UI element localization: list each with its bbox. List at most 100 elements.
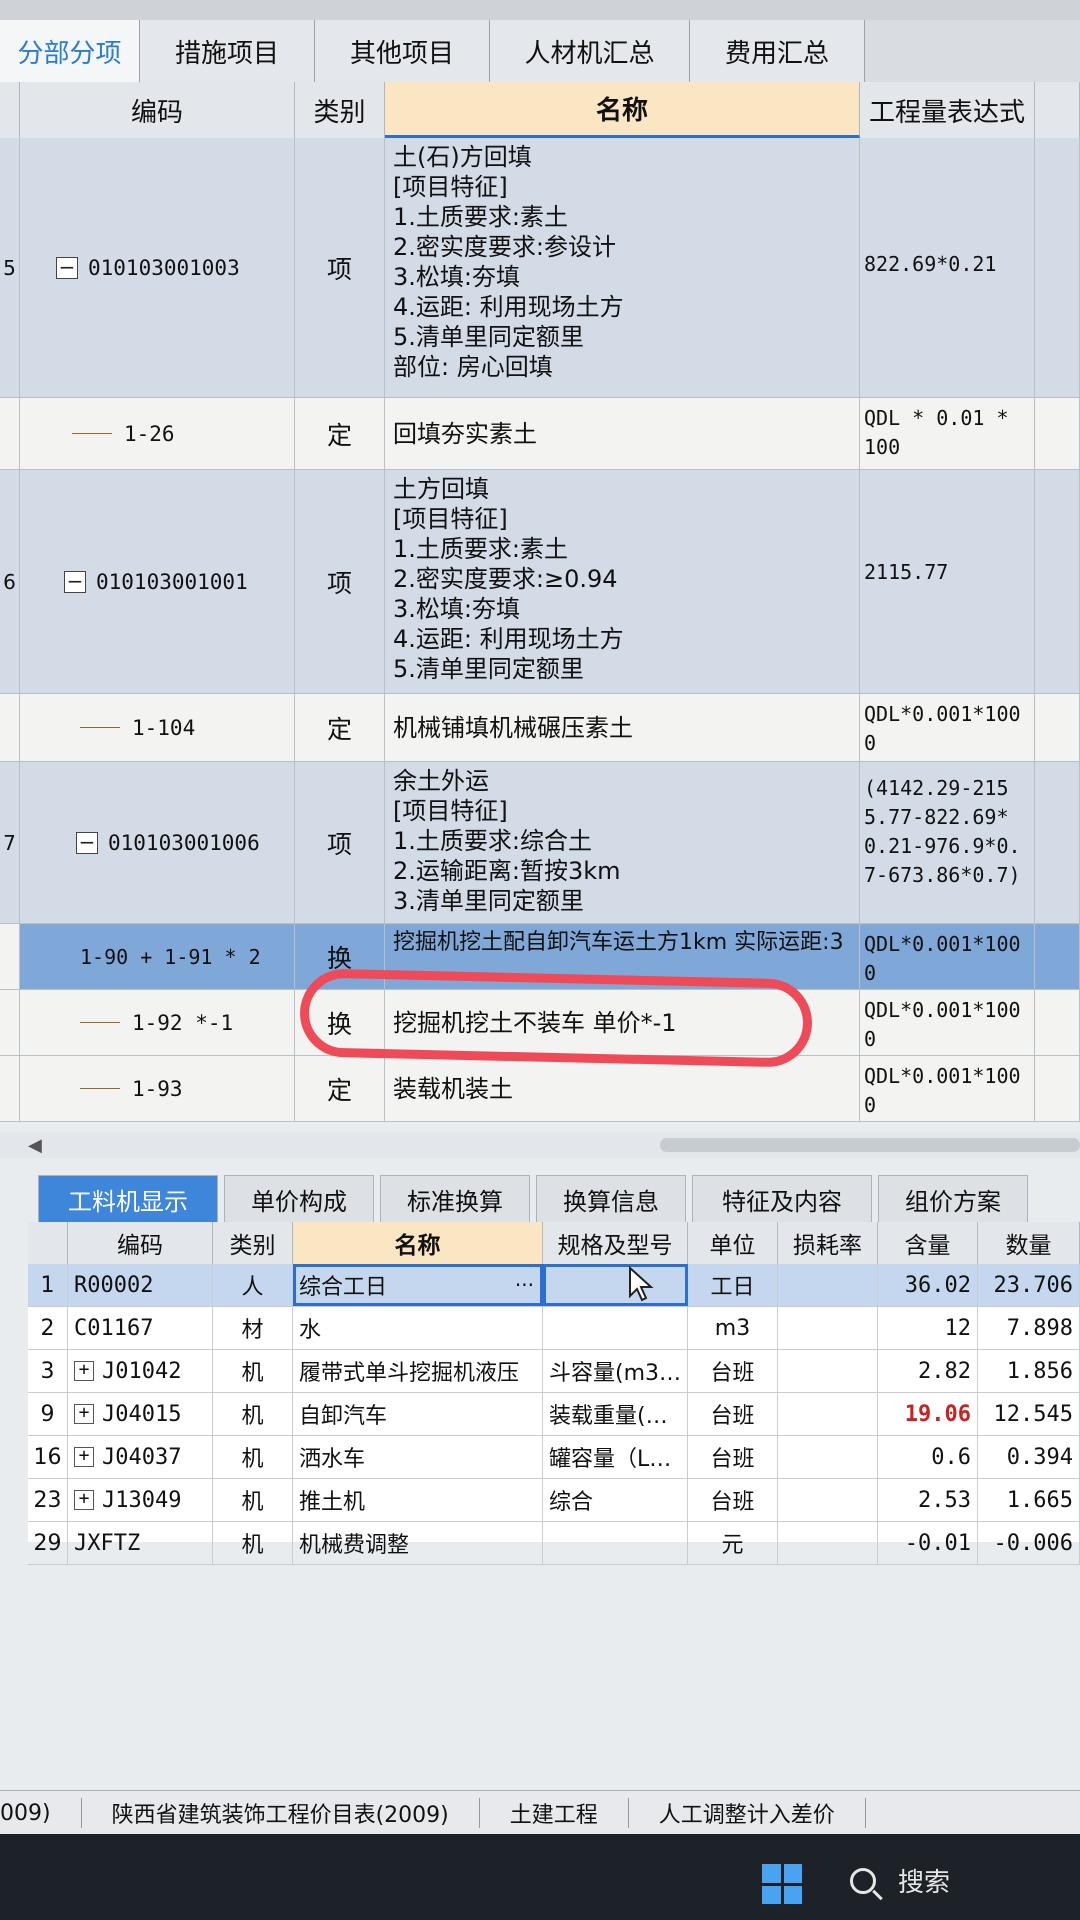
- res-type[interactable]: 机: [213, 1393, 293, 1435]
- windows-start-icon[interactable]: [762, 1864, 802, 1904]
- res-header-unit[interactable]: 单位: [688, 1222, 778, 1264]
- row-code[interactable]: −010103001001: [20, 470, 295, 693]
- res-qty[interactable]: 0.394: [978, 1436, 1080, 1478]
- row-code[interactable]: 1-93: [20, 1056, 295, 1121]
- res-content[interactable]: 19.06: [878, 1393, 978, 1435]
- row-code[interactable]: 1-90 + 1-91 * 2: [20, 924, 295, 989]
- row-name[interactable]: 装载机装土: [385, 1056, 860, 1121]
- expand-icon[interactable]: +: [74, 1404, 94, 1424]
- tab-cost-summary[interactable]: 费用汇总: [690, 20, 865, 82]
- collapse-icon[interactable]: −: [64, 570, 86, 593]
- res-spec[interactable]: 装载重量(…: [543, 1393, 688, 1435]
- table-row[interactable]: 5 −010103001003 项 土(石)方回填 [项目特征] 1.土质要求:…: [0, 138, 1080, 398]
- row-expr[interactable]: (4142.29-2155.77-822.69*0.21-976.9*0.7-6…: [860, 762, 1035, 923]
- status-price-table[interactable]: 陕西省建筑装饰工程价目表(2009): [82, 1798, 480, 1828]
- res-code[interactable]: + J13049: [68, 1479, 213, 1521]
- tab-section-items[interactable]: 分部分项: [0, 20, 140, 82]
- res-content[interactable]: -0.01: [878, 1522, 978, 1564]
- res-code[interactable]: + J04015: [68, 1393, 213, 1435]
- row-name[interactable]: 土方回填 [项目特征] 1.土质要求:素土 2.密实度要求:≥0.94 3.松填…: [385, 470, 860, 693]
- res-loss[interactable]: [778, 1350, 878, 1392]
- table-row[interactable]: 1-26 定 回填夯实素土 QDL * 0.01 * 100: [0, 398, 1080, 470]
- res-type[interactable]: 机: [213, 1350, 293, 1392]
- row-type[interactable]: 项: [295, 470, 385, 693]
- res-spec[interactable]: [543, 1522, 688, 1564]
- row-type[interactable]: 定: [295, 1056, 385, 1121]
- res-unit[interactable]: 台班: [688, 1436, 778, 1478]
- row-expr[interactable]: 822.69*0.21: [860, 138, 1035, 397]
- expand-icon[interactable]: +: [74, 1447, 94, 1467]
- res-header-code[interactable]: 编码: [68, 1222, 213, 1264]
- res-unit[interactable]: 工日: [688, 1264, 778, 1306]
- res-code[interactable]: R00002: [68, 1264, 213, 1306]
- horizontal-scrollbar[interactable]: ◀: [0, 1132, 1080, 1158]
- expand-icon[interactable]: +: [74, 1361, 94, 1381]
- res-loss[interactable]: [778, 1479, 878, 1521]
- res-qty[interactable]: -0.006: [978, 1522, 1080, 1564]
- scrollbar-thumb[interactable]: [660, 1138, 1080, 1152]
- table-row[interactable]: 7 −010103001006 项 余土外运 [项目特征] 1.土质要求:综合土…: [0, 762, 1080, 924]
- res-code[interactable]: + J04037: [68, 1436, 213, 1478]
- res-header-spec[interactable]: 规格及型号: [543, 1222, 688, 1264]
- res-qty[interactable]: 12.545: [978, 1393, 1080, 1435]
- row-expr[interactable]: QDL*0.001*1000: [860, 694, 1035, 761]
- row-name[interactable]: 余土外运 [项目特征] 1.土质要求:综合土 2.运输距离:暂按3km 3.清单…: [385, 762, 860, 923]
- res-unit[interactable]: 台班: [688, 1479, 778, 1521]
- table-row[interactable]: 1-93 定 装载机装土 QDL*0.001*1000: [0, 1056, 1080, 1122]
- res-unit[interactable]: 台班: [688, 1393, 778, 1435]
- res-qty[interactable]: 1.665: [978, 1479, 1080, 1521]
- res-name[interactable]: 履带式单斗挖掘机液压: [293, 1350, 543, 1392]
- row-name[interactable]: 机械铺填机械碾压素土: [385, 694, 860, 761]
- tab-standard-conversion[interactable]: 标准换算: [380, 1175, 530, 1223]
- resource-row[interactable]: 2 C01167 材水 m3 12 7.898: [28, 1307, 1080, 1350]
- resource-row[interactable]: 3 + J01042 机履带式单斗挖掘机液压 斗容量(m3… 台班 2.82 1.856: [28, 1350, 1080, 1393]
- res-type[interactable]: 机: [213, 1436, 293, 1478]
- table-row[interactable]: 1-104 定 机械铺填机械碾压素土 QDL*0.001*1000: [0, 694, 1080, 762]
- header-expr[interactable]: 工程量表达式: [860, 82, 1035, 138]
- row-code[interactable]: −010103001006: [20, 762, 295, 923]
- tab-pricing-scheme[interactable]: 组价方案: [878, 1175, 1028, 1223]
- row-code[interactable]: 1-26: [20, 398, 295, 469]
- status-labor-adjust[interactable]: 人工调整计入差价: [629, 1798, 866, 1828]
- tab-other-items[interactable]: 其他项目: [315, 20, 490, 82]
- res-content[interactable]: 12: [878, 1307, 978, 1349]
- res-type[interactable]: 人: [213, 1264, 293, 1306]
- row-expr[interactable]: QDL * 0.01 * 100: [860, 398, 1035, 469]
- header-name[interactable]: 名称: [385, 82, 860, 138]
- res-spec[interactable]: [543, 1264, 688, 1306]
- header-code[interactable]: 编码: [20, 82, 295, 138]
- res-name[interactable]: 机械费调整: [293, 1522, 543, 1564]
- row-code[interactable]: 1-92 *-1: [20, 990, 295, 1055]
- tab-features[interactable]: 特征及内容: [692, 1175, 872, 1223]
- res-header-type[interactable]: 类别: [213, 1222, 293, 1264]
- resource-row[interactable]: 16 + J04037 机洒水车 罐容量（L… 台班 0.6 0.394: [28, 1436, 1080, 1479]
- row-expr[interactable]: QDL*0.001*1000: [860, 924, 1035, 989]
- res-name[interactable]: 推土机: [293, 1479, 543, 1521]
- res-header-qty[interactable]: 数量: [978, 1222, 1080, 1264]
- res-spec[interactable]: 斗容量(m3…: [543, 1350, 688, 1392]
- res-unit[interactable]: 台班: [688, 1350, 778, 1392]
- res-spec[interactable]: [543, 1307, 688, 1349]
- res-content[interactable]: 0.6: [878, 1436, 978, 1478]
- resource-row-selected[interactable]: 1 R00002 人综合工日 ··· 工日 36.02 23.706: [28, 1264, 1080, 1307]
- row-name[interactable]: 回填夯实素土: [385, 398, 860, 469]
- res-code[interactable]: + J01042: [68, 1350, 213, 1392]
- res-loss[interactable]: [778, 1264, 878, 1306]
- row-type[interactable]: 定: [295, 694, 385, 761]
- status-project-type[interactable]: 土建工程: [480, 1798, 629, 1828]
- res-code[interactable]: JXFTZ: [68, 1522, 213, 1564]
- res-type[interactable]: 机: [213, 1479, 293, 1521]
- res-name[interactable]: 洒水车: [293, 1436, 543, 1478]
- res-qty[interactable]: 7.898: [978, 1307, 1080, 1349]
- taskbar-search[interactable]: 搜索: [850, 1862, 950, 1899]
- row-type[interactable]: 定: [295, 398, 385, 469]
- res-content[interactable]: 2.53: [878, 1479, 978, 1521]
- res-loss[interactable]: [778, 1393, 878, 1435]
- more-options-icon[interactable]: ···: [515, 1273, 534, 1297]
- tab-resource-display[interactable]: 工料机显示: [38, 1175, 218, 1223]
- res-content[interactable]: 2.82: [878, 1350, 978, 1392]
- expand-icon[interactable]: +: [74, 1490, 94, 1510]
- res-qty[interactable]: 1.856: [978, 1350, 1080, 1392]
- resource-row[interactable]: 23 + J13049 机推土机 综合 台班 2.53 1.665: [28, 1479, 1080, 1522]
- row-code[interactable]: 1-104: [20, 694, 295, 761]
